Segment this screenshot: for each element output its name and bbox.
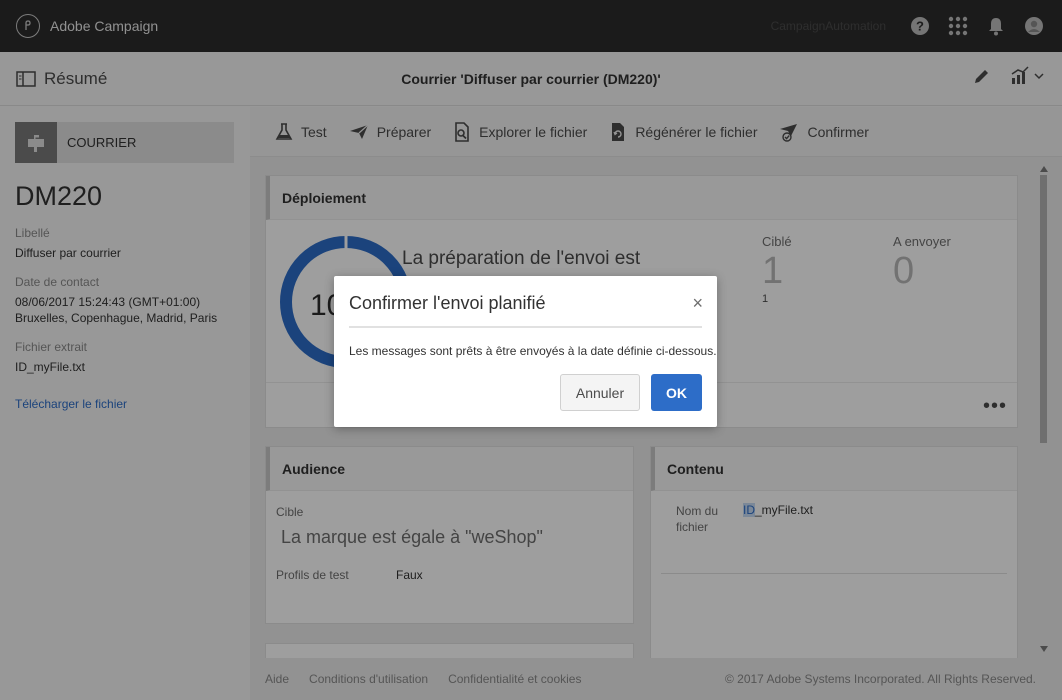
dialog-message: Les messages sont prêts à être envoyés à… [349, 344, 717, 358]
dialog-divider [349, 326, 702, 328]
close-icon[interactable]: × [692, 293, 703, 314]
ok-button[interactable]: OK [651, 374, 702, 411]
dialog-title: Confirmer l'envoi planifié [349, 293, 546, 313]
confirm-scheduled-send-dialog: Confirmer l'envoi planifié × Les message… [334, 276, 717, 427]
cancel-button[interactable]: Annuler [560, 374, 640, 411]
